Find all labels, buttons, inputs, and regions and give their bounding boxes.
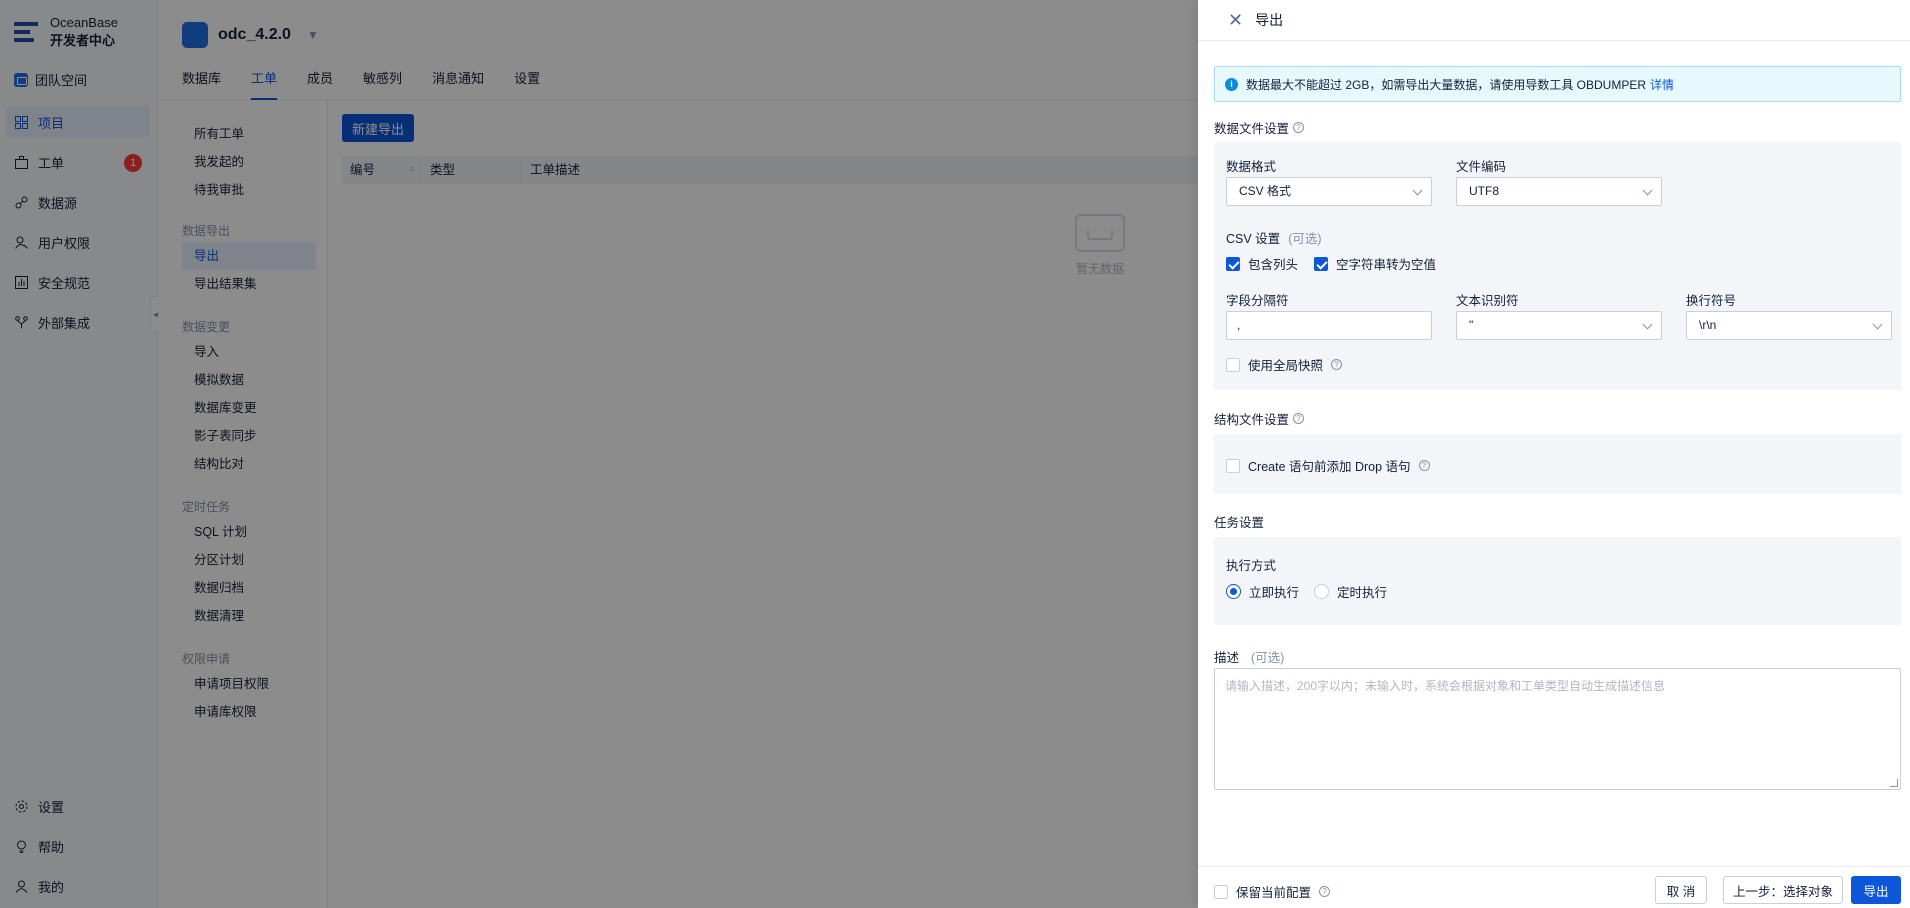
encoding-select[interactable]: UTF8 (1456, 177, 1662, 206)
help-icon[interactable]: ? (1331, 359, 1343, 370)
structure-file-settings-panel: Create 语句前添加 Drop 语句 ? (1214, 434, 1901, 494)
info-icon: i (1225, 77, 1238, 91)
format-label: 数据格式 (1226, 160, 1277, 174)
description-label: 描述 (可选) (1214, 651, 1285, 665)
export-submit-button[interactable]: 导出 (1851, 876, 1901, 904)
radio-icon (1314, 584, 1329, 599)
text-qualifier-label: 文本识别符 (1456, 294, 1519, 308)
line-separator-select[interactable]: \r\n (1686, 311, 1892, 340)
structure-file-settings-title: 结构文件设置 ? (1214, 409, 1305, 428)
checkbox-checked-icon (1314, 256, 1328, 271)
format-select[interactable]: CSV 格式 (1226, 177, 1432, 206)
empty-to-null-checkbox[interactable]: 空字符串转为空值 (1314, 254, 1436, 273)
help-icon[interactable]: ? (1293, 413, 1305, 424)
task-settings-panel: 执行方式 立即执行 定时执行 (1214, 537, 1901, 625)
line-separator-label: 换行符号 (1686, 294, 1737, 308)
close-icon[interactable]: ✕ (1228, 11, 1243, 29)
help-icon[interactable]: ? (1319, 886, 1331, 897)
checkbox-icon (1226, 458, 1240, 473)
chevron-down-icon (1642, 319, 1653, 330)
exec-mode-label: 执行方式 (1226, 559, 1277, 573)
checkbox-icon (1214, 884, 1228, 899)
csv-settings-title: CSV 设置 (可选) (1226, 232, 1322, 246)
drawer-mask[interactable] (0, 0, 1198, 908)
drawer-footer: 保留当前配置 ? 取 消 上一步：选择对象 导出 (1198, 866, 1910, 908)
alert-text: 数据最大不能超过 2GB，如需导出大量数据，请使用导数工具 OBDUMPER (1246, 77, 1647, 92)
chevron-down-icon (1642, 185, 1653, 196)
help-icon[interactable]: ? (1293, 122, 1305, 133)
data-file-settings-panel: 数据格式 CSV 格式 文件编码 UTF8 CSV 设置 (可选) 包含列头 空字… (1214, 142, 1901, 390)
drawer-header: ✕ 导出 (1198, 0, 1910, 41)
description-textarea[interactable]: 请输入描述，200字以内；未输入时，系统会根据对象和工单类型自动生成描述信息 (1214, 668, 1901, 790)
text-qualifier-select[interactable]: " (1456, 311, 1662, 340)
size-limit-alert: i 数据最大不能超过 2GB，如需导出大量数据，请使用导数工具 OBDUMPER… (1214, 66, 1901, 102)
immediate-radio[interactable]: 立即执行 (1226, 582, 1299, 601)
resize-handle-icon[interactable] (1890, 779, 1898, 787)
add-drop-statement-checkbox[interactable]: Create 语句前添加 Drop 语句 ? (1226, 456, 1430, 475)
description-placeholder: 请输入描述，200字以内；未输入时，系统会根据对象和工单类型自动生成描述信息 (1225, 679, 1666, 693)
data-file-settings-title: 数据文件设置 ? (1214, 118, 1305, 137)
details-link[interactable]: 详情 (1650, 76, 1674, 93)
global-snapshot-checkbox[interactable]: 使用全局快照 ? (1226, 355, 1343, 374)
field-separator-input[interactable]: , (1226, 311, 1432, 340)
checkbox-checked-icon (1226, 256, 1240, 271)
include-header-checkbox[interactable]: 包含列头 (1226, 254, 1298, 273)
keep-config-checkbox[interactable]: 保留当前配置 ? (1214, 882, 1331, 901)
export-drawer: ✕ 导出 i 数据最大不能超过 2GB，如需导出大量数据，请使用导数工具 OBD… (1198, 0, 1910, 908)
task-settings-title: 任务设置 (1214, 516, 1265, 530)
help-icon[interactable]: ? (1418, 460, 1430, 471)
scheduled-radio[interactable]: 定时执行 (1314, 582, 1387, 601)
prev-step-button[interactable]: 上一步：选择对象 (1723, 876, 1843, 904)
drawer-title: 导出 (1255, 12, 1284, 28)
chevron-down-icon (1872, 319, 1883, 330)
field-separator-label: 字段分隔符 (1226, 294, 1289, 308)
chevron-down-icon (1412, 185, 1423, 196)
encoding-label: 文件编码 (1456, 160, 1507, 174)
radio-selected-icon (1226, 584, 1241, 599)
cancel-button[interactable]: 取 消 (1655, 876, 1707, 904)
checkbox-icon (1226, 357, 1240, 372)
